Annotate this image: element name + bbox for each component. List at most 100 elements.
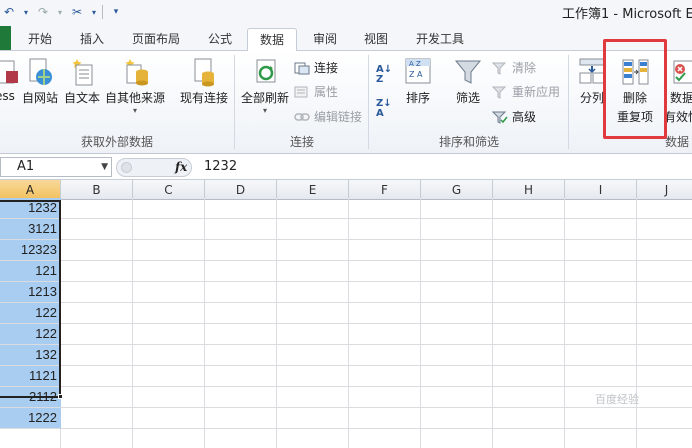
cell[interactable]	[493, 303, 565, 324]
cell[interactable]	[205, 429, 277, 448]
cell[interactable]	[565, 240, 637, 261]
edit-links-button[interactable]: 编辑链接	[294, 108, 362, 125]
cell[interactable]	[205, 282, 277, 303]
cell[interactable]	[565, 282, 637, 303]
tab-insert[interactable]: 插入	[72, 28, 112, 52]
cell[interactable]	[493, 198, 565, 219]
cell[interactable]	[277, 324, 349, 345]
customize-dropdown-icon[interactable]: ▾	[90, 3, 98, 21]
reapply-button[interactable]: 重新应用	[491, 83, 560, 100]
cell[interactable]	[133, 240, 205, 261]
cell[interactable]	[205, 345, 277, 366]
undo-dropdown-icon[interactable]: ▾	[22, 3, 30, 21]
column-header-c[interactable]: C	[133, 180, 205, 200]
formula-input[interactable]: 1232	[204, 157, 237, 177]
cell[interactable]	[133, 198, 205, 219]
cell[interactable]	[349, 240, 421, 261]
cell[interactable]	[421, 198, 493, 219]
cell[interactable]	[493, 261, 565, 282]
cell[interactable]: 132	[0, 345, 61, 366]
cell[interactable]	[637, 240, 692, 261]
chevron-down-icon[interactable]: ▼	[101, 158, 108, 176]
cell[interactable]	[637, 303, 692, 324]
cell[interactable]	[637, 282, 692, 303]
cell[interactable]	[349, 219, 421, 240]
cell[interactable]	[61, 261, 133, 282]
cell[interactable]	[349, 345, 421, 366]
cell[interactable]	[493, 408, 565, 429]
cell[interactable]: 12323	[0, 240, 61, 261]
worksheet-grid[interactable]: ABCDEFGHIJ 1232 3121 12323 121 1213 122 122 132…	[0, 180, 692, 448]
cell[interactable]: 1213	[0, 282, 61, 303]
cell[interactable]	[277, 219, 349, 240]
cell[interactable]	[421, 261, 493, 282]
name-box[interactable]: A1 ▼	[0, 157, 112, 177]
cell[interactable]	[349, 429, 421, 448]
cell[interactable]	[277, 408, 349, 429]
cell[interactable]: 1222	[0, 408, 61, 429]
redo-dropdown-icon[interactable]: ▾	[56, 3, 64, 21]
cell[interactable]	[349, 324, 421, 345]
sort-descending-button[interactable]: Z↓ A	[376, 99, 392, 119]
clear-filter-button[interactable]: 清除	[491, 59, 536, 76]
tab-formulas[interactable]: 公式	[198, 28, 242, 52]
cell[interactable]	[493, 240, 565, 261]
fill-handle[interactable]	[58, 394, 63, 399]
cell[interactable]	[205, 408, 277, 429]
cell[interactable]	[637, 261, 692, 282]
cell[interactable]	[637, 219, 692, 240]
cell[interactable]	[61, 303, 133, 324]
cell[interactable]	[421, 282, 493, 303]
filter-button[interactable]: 筛选	[450, 57, 486, 106]
cell[interactable]	[493, 345, 565, 366]
cell[interactable]	[637, 429, 692, 448]
cell[interactable]	[421, 387, 493, 408]
existing-connections-button[interactable]: 现有连接	[176, 57, 232, 106]
cell[interactable]	[277, 240, 349, 261]
cell[interactable]	[565, 261, 637, 282]
cell[interactable]	[133, 303, 205, 324]
cell[interactable]	[61, 219, 133, 240]
column-header-b[interactable]: B	[61, 180, 133, 200]
cell[interactable]	[277, 345, 349, 366]
cell[interactable]	[637, 198, 692, 219]
cell[interactable]: 122	[0, 303, 61, 324]
cell[interactable]	[565, 345, 637, 366]
cell[interactable]	[637, 366, 692, 387]
cell[interactable]	[133, 324, 205, 345]
cell[interactable]: 122	[0, 324, 61, 345]
cell[interactable]	[421, 408, 493, 429]
cell[interactable]	[205, 240, 277, 261]
tab-developer[interactable]: 开发工具	[408, 28, 472, 52]
cell[interactable]	[493, 366, 565, 387]
sort-button[interactable]: A ZZ A 排序	[400, 57, 436, 106]
cell[interactable]	[349, 261, 421, 282]
cell[interactable]	[133, 345, 205, 366]
from-other-sources-button[interactable]: 自其他来源 ▾	[104, 57, 166, 115]
cell[interactable]	[493, 324, 565, 345]
cell[interactable]	[61, 345, 133, 366]
cell[interactable]	[565, 408, 637, 429]
from-access-button[interactable]: ess	[0, 57, 18, 103]
undo-icon[interactable]: ↶	[0, 3, 18, 21]
cell[interactable]	[349, 366, 421, 387]
cell[interactable]	[61, 387, 133, 408]
from-web-button[interactable]: 自网站	[20, 57, 60, 106]
cell[interactable]	[133, 261, 205, 282]
cell[interactable]	[637, 387, 692, 408]
cell[interactable]	[277, 303, 349, 324]
cell[interactable]	[421, 240, 493, 261]
column-header-g[interactable]: G	[421, 180, 493, 200]
cell[interactable]	[565, 219, 637, 240]
insert-function-button[interactable]: fx	[175, 159, 187, 176]
cell[interactable]	[277, 366, 349, 387]
cell[interactable]	[61, 366, 133, 387]
cell[interactable]: 1232	[0, 198, 61, 219]
column-header-i[interactable]: I	[565, 180, 637, 200]
cell[interactable]	[277, 282, 349, 303]
cell[interactable]	[133, 387, 205, 408]
cell[interactable]	[421, 303, 493, 324]
column-header-e[interactable]: E	[277, 180, 349, 200]
cell[interactable]	[61, 429, 133, 448]
cell[interactable]	[637, 324, 692, 345]
